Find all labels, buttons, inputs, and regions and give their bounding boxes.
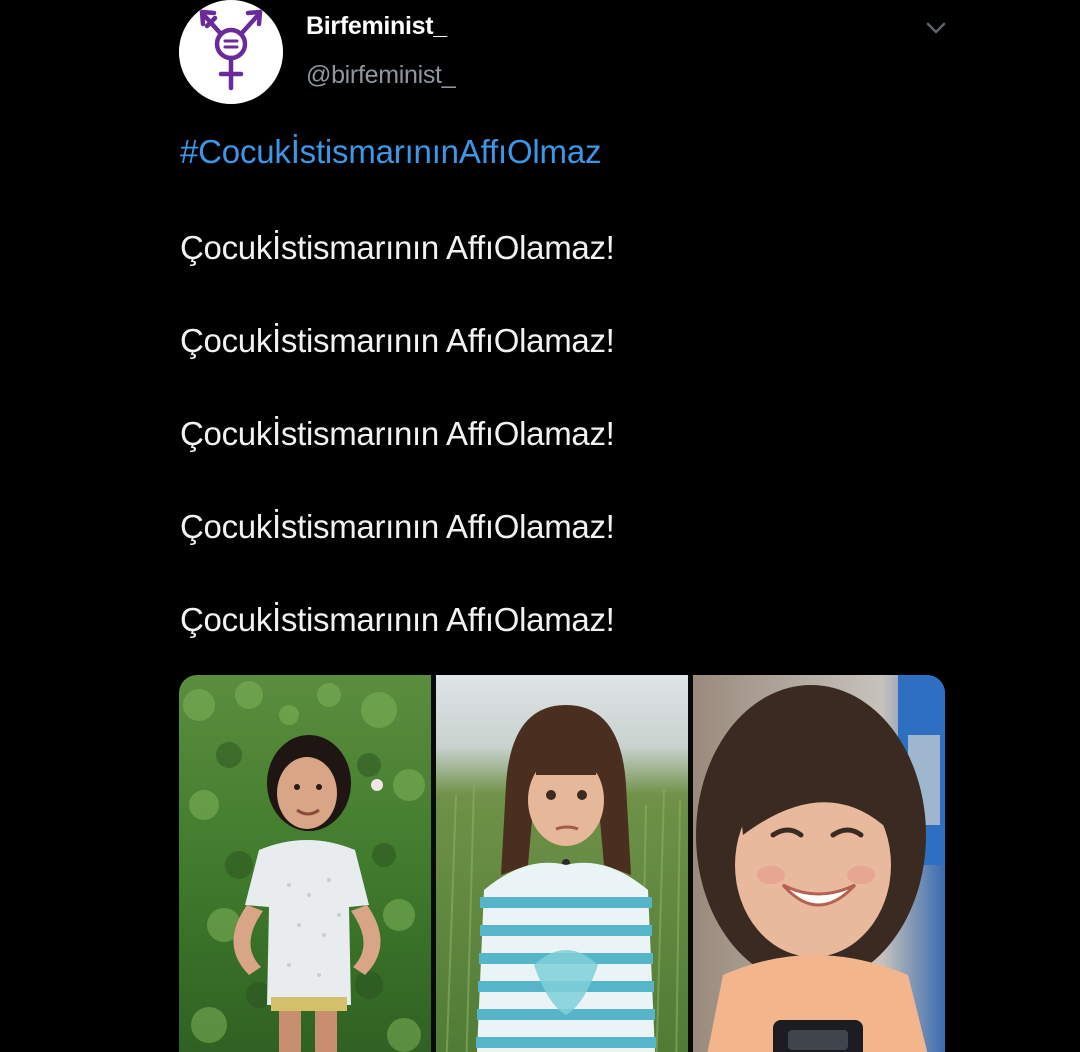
tweet-photo-2[interactable] [436, 675, 688, 1052]
tweet-view: Birfeminist_ @birfeminist_ #Cocukİstisma… [0, 0, 1080, 1052]
user-handle: @birfeminist_ [306, 61, 456, 89]
tweet-text-line: Çocukİstismarının AffıOlamaz! [180, 322, 615, 359]
media-grid [179, 675, 945, 1052]
hashtag-link[interactable]: #CocukİstismarınınAffıOlmaz [180, 133, 601, 171]
avatar[interactable] [179, 0, 283, 104]
transgender-symbol-icon [179, 0, 283, 104]
tweet-text-line: Çocukİstismarının AffıOlamaz! [180, 508, 615, 545]
tweet-text-line: Çocukİstismarının AffıOlamaz! [180, 229, 615, 266]
tweet-text: Çocukİstismarının AffıOlamaz! Çocukİstis… [180, 228, 615, 693]
tweet-text-line: Çocukİstismarının AffıOlamaz! [180, 415, 615, 452]
tweet-photo-1[interactable] [179, 675, 431, 1052]
tweet-photo-3[interactable] [693, 675, 945, 1052]
chevron-down-icon[interactable] [922, 14, 950, 42]
display-name[interactable]: Birfeminist_ [306, 12, 447, 41]
